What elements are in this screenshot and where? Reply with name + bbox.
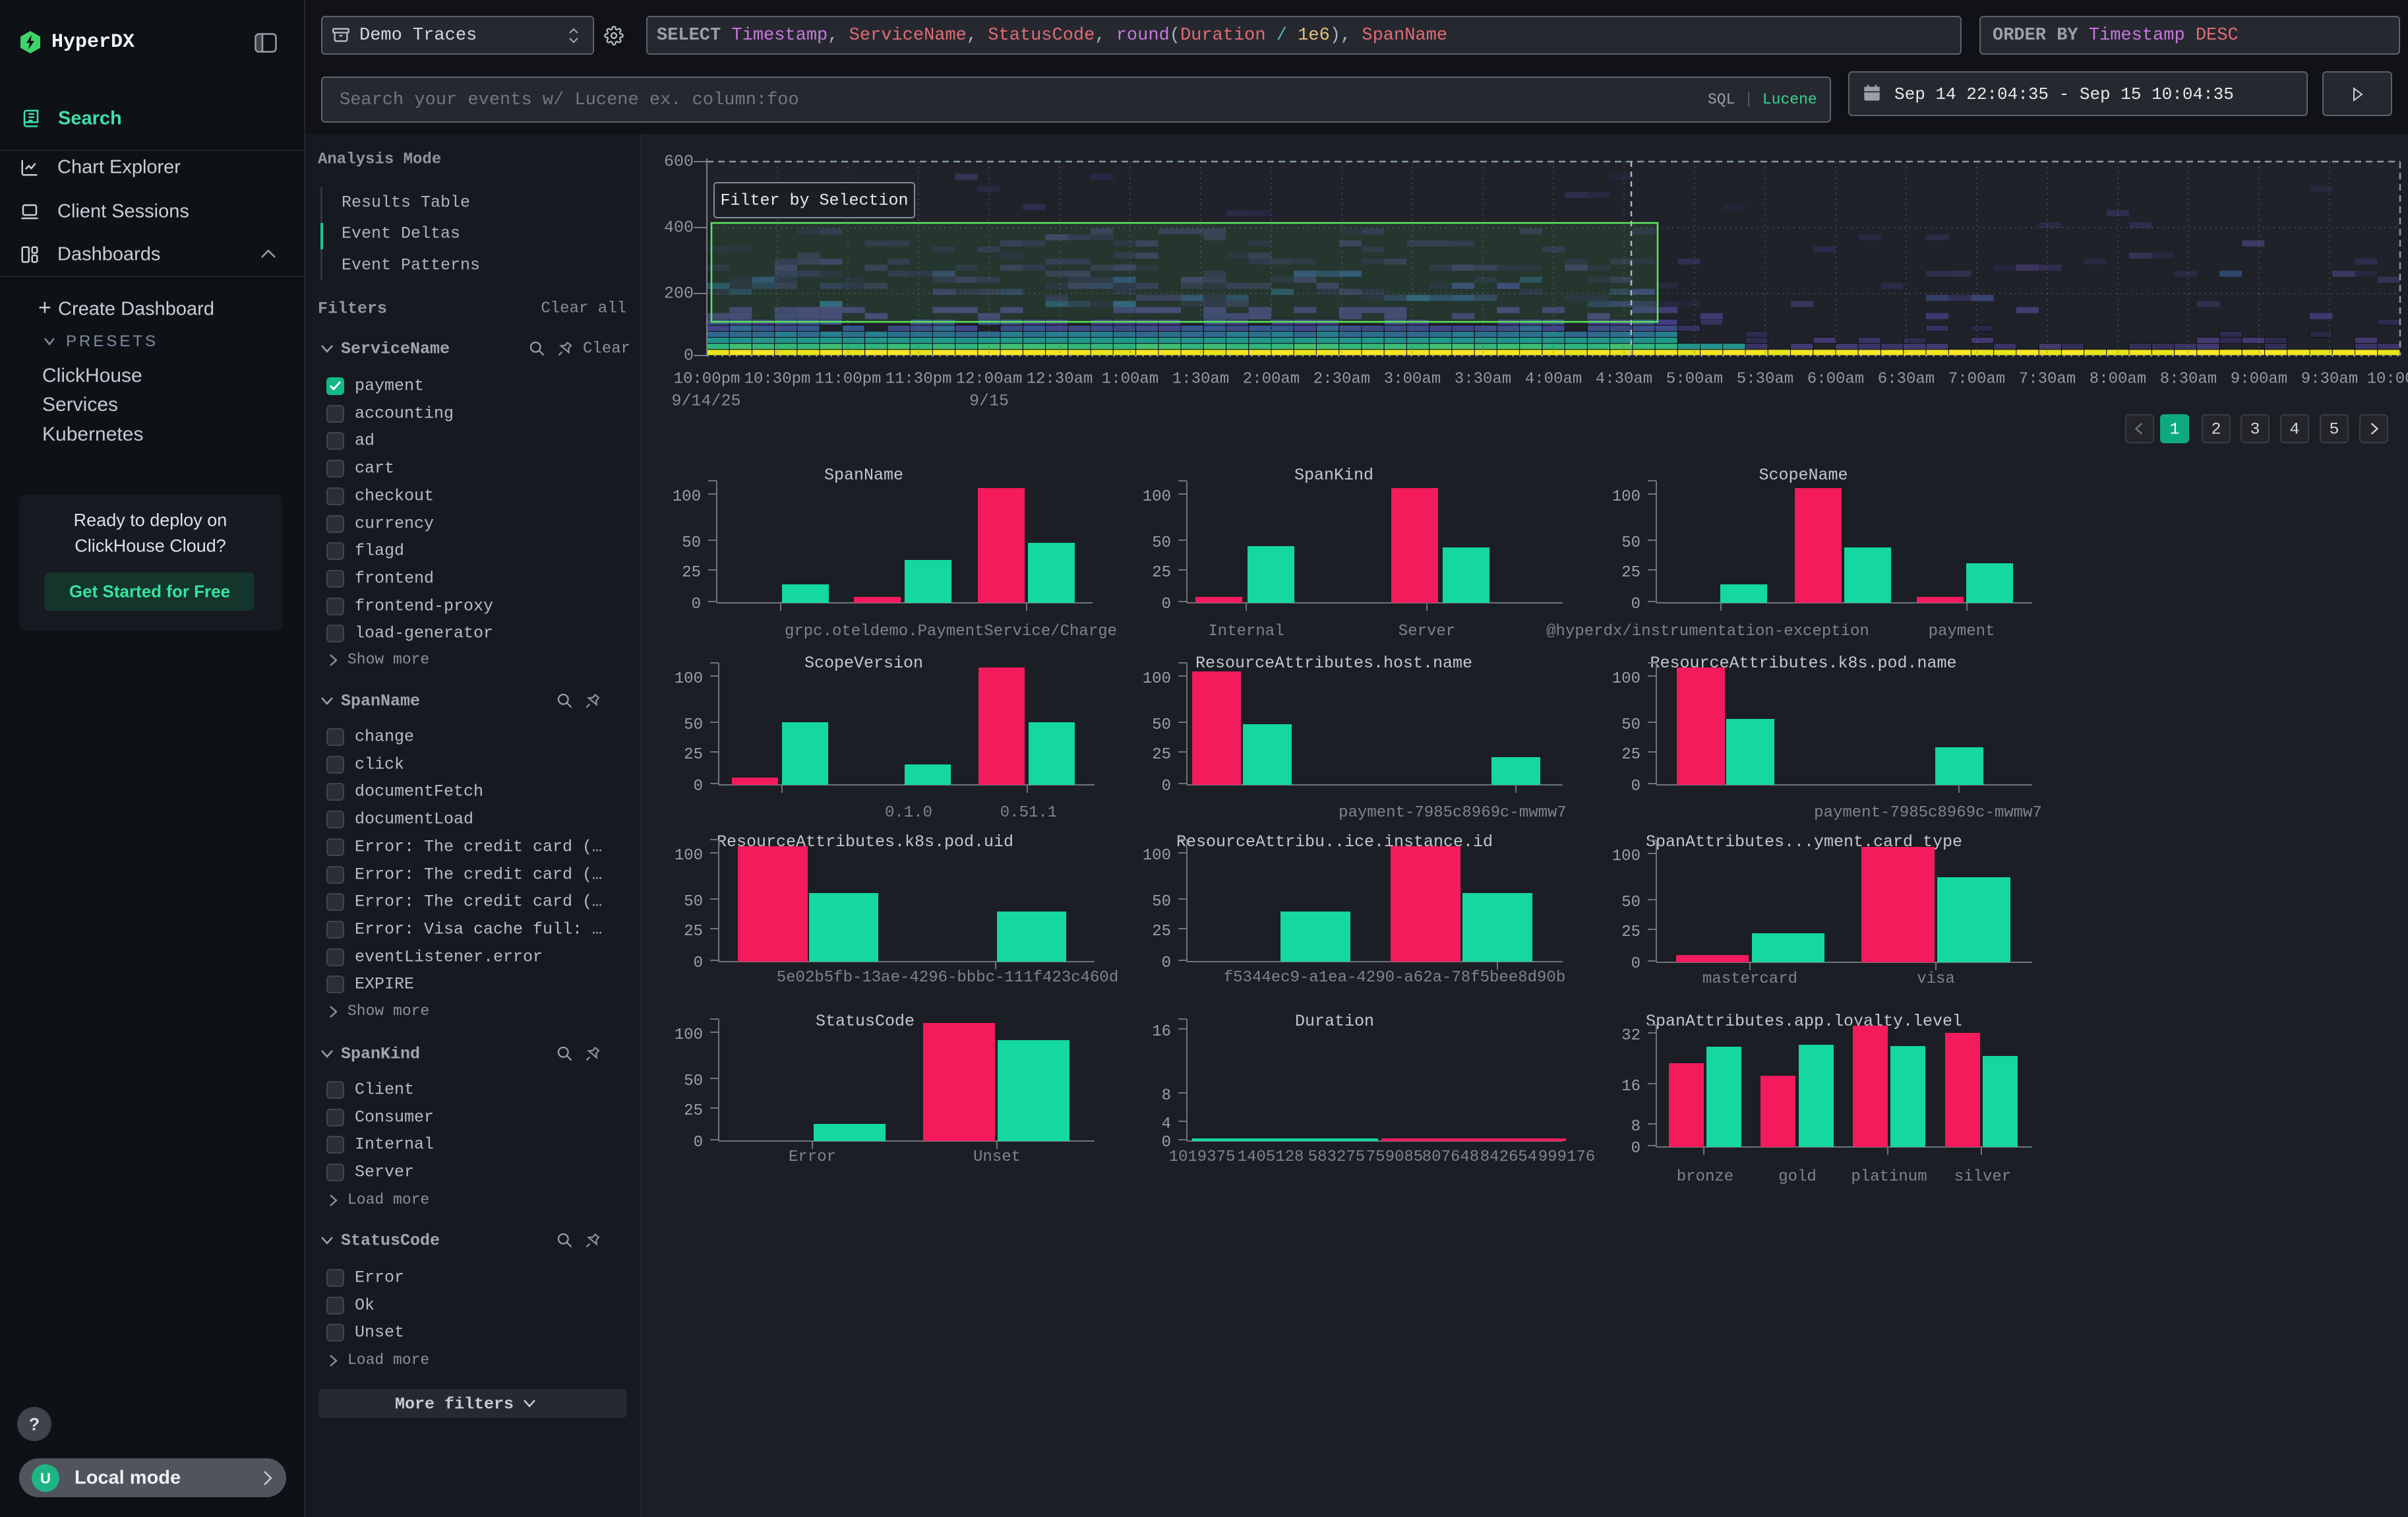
svg-text:759085: 759085 [1366,1148,1423,1166]
svg-text:100: 100 [675,1026,703,1044]
svg-text:50: 50 [1152,893,1171,911]
svg-text:8: 8 [1631,1118,1640,1136]
svg-text:Unset: Unset [973,1148,1021,1166]
svg-text:25: 25 [1621,564,1640,582]
svg-text:100: 100 [1143,847,1171,865]
svg-text:0: 0 [692,596,701,613]
svg-text:ResourceAttributes.host.name: ResourceAttributes.host.name [1195,654,1472,673]
svg-text:0.51.1: 0.51.1 [1000,804,1057,822]
svg-text:25: 25 [684,923,703,941]
svg-text:Duration: Duration [1295,1012,1374,1031]
svg-text:1019375: 1019375 [1169,1148,1236,1166]
svg-text:gold: gold [1778,1168,1817,1186]
svg-text:100: 100 [675,670,703,688]
svg-text:50: 50 [684,1072,703,1090]
svg-text:842654: 842654 [1480,1148,1537,1166]
svg-text:payment-7985c8969c-mwmw7: payment-7985c8969c-mwmw7 [1814,804,2042,822]
svg-text:Error: Error [789,1148,836,1166]
svg-text:0: 0 [1631,1140,1640,1158]
svg-text:SpanAttributes.app.loyalty.lev: SpanAttributes.app.loyalty.level [1646,1012,1962,1031]
svg-text:25: 25 [1152,746,1171,764]
svg-text:25: 25 [1152,564,1171,582]
svg-text:silver: silver [1954,1168,2011,1186]
svg-text:100: 100 [1612,670,1640,688]
svg-text:583275: 583275 [1308,1148,1365,1166]
svg-text:100: 100 [673,488,701,506]
svg-text:807648: 807648 [1422,1148,1479,1166]
svg-text:payment-7985c8969c-mwmw7: payment-7985c8969c-mwmw7 [1339,804,1567,822]
svg-text:25: 25 [682,564,701,582]
svg-text:0: 0 [1631,596,1640,613]
svg-text:50: 50 [1621,894,1640,912]
svg-text:999176: 999176 [1538,1148,1595,1166]
svg-text:0: 0 [694,778,703,795]
svg-text:50: 50 [684,893,703,911]
svg-text:SpanName: SpanName [824,466,903,485]
svg-text:0: 0 [1162,596,1171,613]
svg-text:SpanKind: SpanKind [1294,466,1373,485]
svg-text:50: 50 [1152,716,1171,734]
svg-text:50: 50 [682,534,701,552]
svg-text:4: 4 [1162,1115,1171,1133]
svg-text:25: 25 [684,1102,703,1120]
svg-text:25: 25 [684,746,703,764]
svg-text:visa: visa [1917,970,1955,988]
svg-text:25: 25 [1621,746,1640,764]
svg-text:@hyperdx/instrumentation-excep: @hyperdx/instrumentation-exception [1546,623,1869,640]
svg-text:grpc.oteldemo.PaymentService/C: grpc.oteldemo.PaymentService/Charge [785,623,1117,640]
svg-text:5e02b5fb-13ae-4296-bbbc-111f42: 5e02b5fb-13ae-4296-bbbc-111f423c460d [777,969,1118,987]
svg-text:100: 100 [1612,488,1640,506]
svg-text:25: 25 [1152,923,1171,941]
svg-text:50: 50 [684,716,703,734]
svg-text:100: 100 [1612,848,1640,865]
svg-text:50: 50 [1152,534,1171,552]
svg-text:32: 32 [1621,1027,1640,1045]
svg-text:50: 50 [1621,716,1640,734]
svg-text:8: 8 [1162,1087,1171,1105]
svg-text:50: 50 [1621,534,1640,552]
svg-text:1405128: 1405128 [1238,1148,1304,1166]
svg-text:Server: Server [1399,623,1455,640]
svg-text:ScopeName: ScopeName [1759,466,1848,485]
svg-text:0: 0 [1631,955,1640,973]
svg-text:100: 100 [675,847,703,865]
svg-text:0: 0 [1162,954,1171,972]
svg-text:0: 0 [694,1134,703,1152]
svg-text:100: 100 [1143,488,1171,506]
svg-text:0: 0 [694,954,703,972]
svg-text:16: 16 [1621,1078,1640,1096]
svg-text:0.1.0: 0.1.0 [885,804,932,822]
svg-text:mastercard: mastercard [1702,970,1797,988]
svg-text:bronze: bronze [1677,1168,1733,1186]
svg-text:100: 100 [1143,670,1171,688]
svg-text:Internal: Internal [1208,623,1284,640]
svg-text:0: 0 [1631,778,1640,795]
svg-text:0: 0 [1162,778,1171,795]
svg-text:platinum: platinum [1851,1168,1927,1186]
svg-text:25: 25 [1621,923,1640,941]
svg-text:payment: payment [1929,623,1995,640]
svg-text:ScopeVersion: ScopeVersion [804,654,923,673]
svg-text:StatusCode: StatusCode [816,1012,915,1031]
svg-text:f5344ec9-a1ea-4290-a62a-78f5be: f5344ec9-a1ea-4290-a62a-78f5bee8d90b [1224,969,1565,987]
svg-text:16: 16 [1152,1023,1171,1041]
